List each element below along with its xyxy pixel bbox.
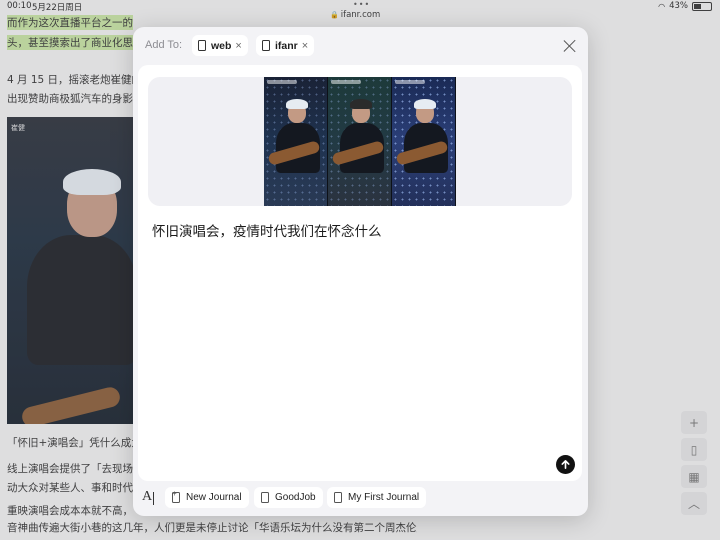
journal-label: New Journal: [186, 492, 242, 503]
tag-label: ifanr: [275, 39, 298, 52]
remove-tag-icon[interactable]: ×: [302, 40, 308, 52]
media-preview-card[interactable]: [148, 77, 572, 206]
document-icon: [262, 40, 270, 51]
tag-chip-web[interactable]: web ×: [192, 35, 248, 56]
video-frame: [264, 77, 328, 206]
tag-label: web: [211, 39, 232, 52]
arrow-up-icon[interactable]: [556, 455, 575, 474]
document-icon: [334, 492, 342, 503]
journal-label: GoodJob: [275, 492, 316, 503]
journal-chip-my-first-journal[interactable]: My First Journal: [327, 487, 427, 508]
sheet-footer: A New Journal GoodJob My First Journal: [133, 483, 588, 516]
new-document-icon: [172, 489, 180, 503]
document-icon: [198, 40, 206, 51]
tag-chip-ifanr[interactable]: ifanr ×: [256, 35, 315, 56]
journal-chip-goodjob[interactable]: GoodJob: [254, 487, 323, 508]
concert-thumbnail: [264, 77, 456, 206]
journal-label: My First Journal: [348, 492, 420, 503]
note-editor[interactable]: 怀旧演唱会，疫情时代我们在怀念什么: [138, 65, 582, 481]
sheet-header: Add To: web × ifanr ×: [133, 27, 588, 65]
text-format-icon[interactable]: A: [142, 489, 160, 509]
video-frame: [392, 77, 456, 206]
video-frame: [328, 77, 392, 206]
note-title[interactable]: 怀旧演唱会，疫情时代我们在怀念什么: [152, 220, 382, 240]
add-to-journal-sheet: Add To: web × ifanr × 怀旧演唱会，疫情时代我们在怀念什么 …: [133, 27, 588, 516]
remove-tag-icon[interactable]: ×: [235, 40, 241, 52]
add-to-label: Add To:: [145, 39, 183, 51]
close-icon[interactable]: [561, 37, 579, 55]
journal-chip-new-journal[interactable]: New Journal: [165, 487, 249, 508]
document-icon: [261, 492, 269, 503]
